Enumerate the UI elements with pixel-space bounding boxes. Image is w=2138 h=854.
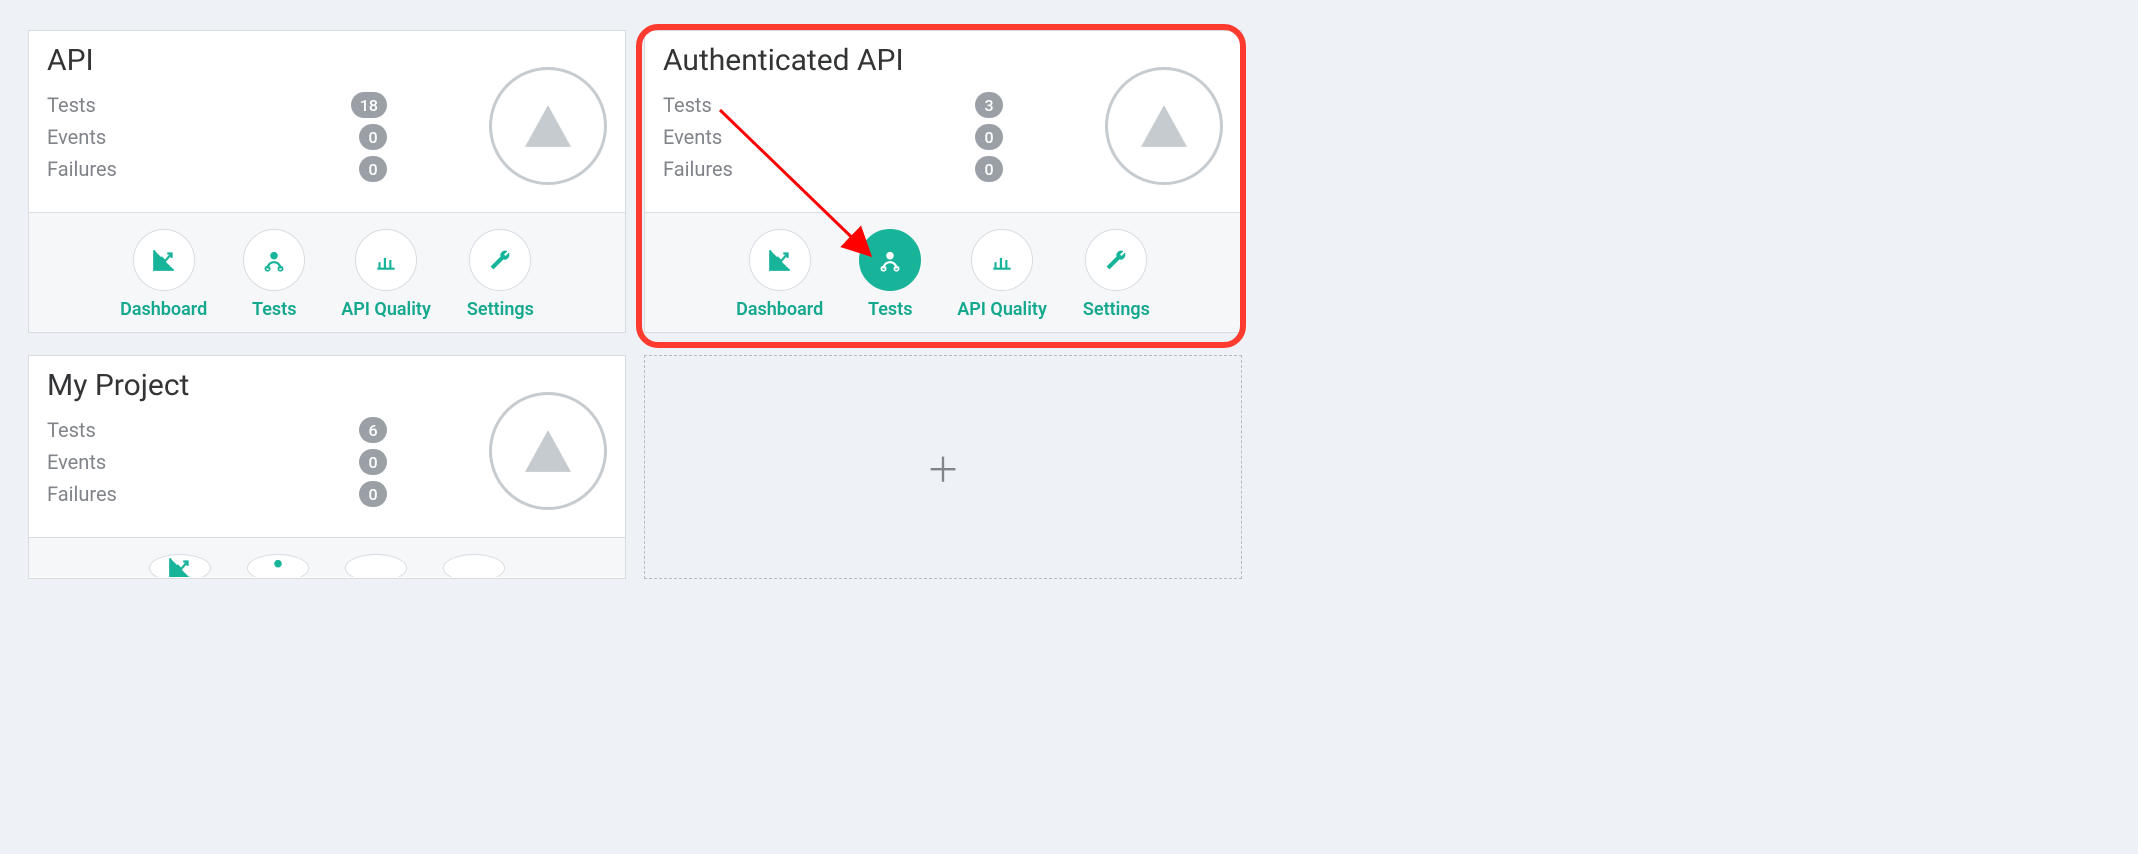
stat-events-row: Events 0 — [47, 449, 387, 475]
card-title: API — [47, 43, 449, 78]
stat-label-failures: Failures — [47, 482, 117, 506]
warning-icon — [489, 392, 607, 510]
stethoscope-icon — [859, 229, 921, 291]
dashboard-label: Dashboard — [736, 299, 823, 320]
warning-icon — [1105, 67, 1223, 185]
failures-count-badge: 0 — [359, 156, 387, 182]
bar-chart-icon — [345, 554, 407, 577]
tests-label: Tests — [868, 299, 912, 320]
tests-label: Tests — [252, 299, 296, 320]
tests-count-badge: 6 — [359, 417, 387, 443]
api-quality-label: API Quality — [957, 299, 1047, 320]
settings-button[interactable]: Settings — [467, 229, 534, 320]
project-card-my-project[interactable]: My Project Tests 6 Events 0 Failures 0 — [28, 355, 626, 579]
api-quality-button[interactable]: API Quality — [341, 229, 431, 320]
tests-button[interactable]: Tests — [243, 229, 305, 320]
settings-button[interactable]: Settings — [1083, 229, 1150, 320]
dashboard-label: Dashboard — [120, 299, 207, 320]
project-card-authenticated-api[interactable]: Authenticated API Tests 3 Events 0 Failu… — [644, 30, 1242, 333]
failures-count-badge: 0 — [975, 156, 1003, 182]
plus-icon: ＋ — [926, 443, 960, 492]
wrench-icon — [1085, 229, 1147, 291]
add-project-card[interactable]: ＋ — [644, 355, 1242, 579]
tests-button[interactable]: Tests — [859, 229, 921, 320]
tests-count-badge: 18 — [351, 92, 387, 118]
stat-tests-row: Tests 6 — [47, 417, 387, 443]
events-count-badge: 0 — [359, 124, 387, 150]
stat-label-events: Events — [47, 450, 106, 474]
api-quality-label: API Quality — [341, 299, 431, 320]
stat-label-failures: Failures — [47, 157, 117, 181]
stat-failures-row: Failures 0 — [663, 156, 1003, 182]
tests-button[interactable] — [247, 554, 309, 577]
stat-failures-row: Failures 0 — [47, 481, 387, 507]
stat-label-failures: Failures — [663, 157, 733, 181]
bar-chart-icon — [971, 229, 1033, 291]
stat-label-tests: Tests — [663, 93, 712, 117]
card-title: Authenticated API — [663, 43, 1065, 78]
stat-tests-row: Tests 18 — [47, 92, 387, 118]
wrench-icon — [443, 554, 505, 577]
api-quality-button[interactable] — [345, 554, 407, 577]
stethoscope-icon — [247, 554, 309, 577]
wrench-icon — [469, 229, 531, 291]
tests-count-badge: 3 — [975, 92, 1003, 118]
dashboard-button[interactable] — [149, 554, 211, 577]
failures-count-badge: 0 — [359, 481, 387, 507]
stat-label-events: Events — [663, 125, 722, 149]
chart-line-icon — [749, 229, 811, 291]
settings-button[interactable] — [443, 554, 505, 577]
bar-chart-icon — [355, 229, 417, 291]
events-count-badge: 0 — [359, 449, 387, 475]
settings-label: Settings — [1083, 299, 1150, 320]
stat-tests-row: Tests 3 — [663, 92, 1003, 118]
warning-icon — [489, 67, 607, 185]
dashboard-button[interactable]: Dashboard — [120, 229, 207, 320]
chart-line-icon — [133, 229, 195, 291]
stat-label-events: Events — [47, 125, 106, 149]
chart-line-icon — [149, 554, 211, 577]
events-count-badge: 0 — [975, 124, 1003, 150]
stat-label-tests: Tests — [47, 93, 96, 117]
stat-events-row: Events 0 — [663, 124, 1003, 150]
stethoscope-icon — [243, 229, 305, 291]
project-card-api[interactable]: API Tests 18 Events 0 Failures 0 — [28, 30, 626, 333]
settings-label: Settings — [467, 299, 534, 320]
stat-label-tests: Tests — [47, 418, 96, 442]
api-quality-button[interactable]: API Quality — [957, 229, 1047, 320]
stat-failures-row: Failures 0 — [47, 156, 387, 182]
dashboard-button[interactable]: Dashboard — [736, 229, 823, 320]
stat-events-row: Events 0 — [47, 124, 387, 150]
card-title: My Project — [47, 368, 449, 403]
